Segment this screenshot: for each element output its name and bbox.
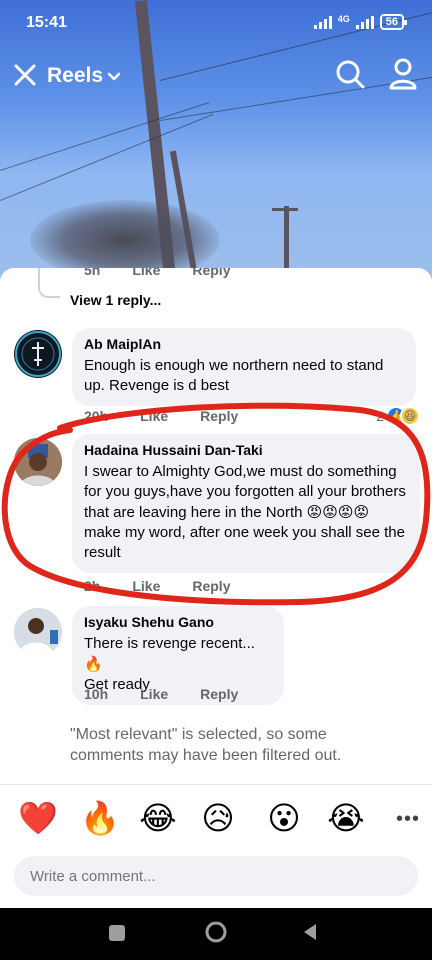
chevron-down-icon[interactable] bbox=[106, 69, 122, 85]
reels-title[interactable]: Reels bbox=[47, 64, 103, 88]
comment-bubble[interactable]: Hadaina Hussaini Dan-Taki I swear to Alm… bbox=[72, 434, 420, 573]
comment-author[interactable]: Ab MaiplAn bbox=[84, 336, 404, 352]
power-line bbox=[0, 102, 210, 171]
laughing-emoji-button[interactable]: 😂 bbox=[138, 798, 178, 838]
battery-icon: 56 bbox=[379, 14, 408, 30]
view-replies-link[interactable]: View 1 reply... bbox=[70, 292, 161, 308]
fire-emoji-button[interactable]: 🔥 bbox=[80, 798, 120, 838]
crying-emoji-button[interactable]: 😭 bbox=[326, 798, 366, 838]
status-time: 15:41 bbox=[26, 14, 67, 31]
comment-input[interactable] bbox=[14, 856, 418, 896]
filter-notice: "Most relevant" is selected, so some com… bbox=[70, 726, 342, 764]
previous-comment-actions: 5h Like Reply bbox=[84, 268, 230, 278]
profile-icon[interactable] bbox=[388, 58, 418, 90]
comment-bubble[interactable]: Ab MaiplAn Enough is enough we northern … bbox=[72, 328, 416, 406]
angry-emojis: 😡😡😡😡 bbox=[306, 503, 370, 521]
reply-button[interactable]: Reply bbox=[200, 686, 238, 702]
comment-text-part: There is revenge recent... bbox=[84, 635, 255, 652]
avatar[interactable] bbox=[14, 438, 62, 486]
wow-emoji-button[interactable]: 😮 bbox=[264, 798, 304, 838]
avatar[interactable] bbox=[14, 330, 62, 378]
utility-pole-crossbar bbox=[272, 208, 298, 211]
comment-actions: 10h Like Reply bbox=[84, 686, 238, 702]
reaction-summary[interactable]: 2 👍 😆 bbox=[376, 406, 420, 426]
like-button[interactable]: Like bbox=[132, 578, 160, 594]
sad-emoji-button[interactable]: 😥 bbox=[198, 798, 238, 838]
avatar[interactable] bbox=[14, 608, 62, 656]
comment-text-part: make my word, after one week you shall s… bbox=[84, 524, 405, 561]
more-emoji-button[interactable]: ••• bbox=[396, 808, 420, 831]
comment-text: I swear to Almighty God,we must do somet… bbox=[84, 462, 408, 563]
reply-button[interactable]: Reply bbox=[192, 578, 230, 594]
divider bbox=[0, 784, 432, 785]
comment-time: 2h bbox=[84, 578, 101, 594]
comment-time: 10h bbox=[84, 686, 109, 702]
signal-icon bbox=[313, 15, 332, 29]
android-nav-bar bbox=[0, 908, 432, 960]
back-icon[interactable] bbox=[300, 922, 320, 942]
comment-actions: 20h Like Reply bbox=[84, 408, 238, 424]
comment-author[interactable]: Hadaina Hussaini Dan-Taki bbox=[84, 442, 408, 458]
comment-author[interactable]: Isyaku Shehu Gano bbox=[84, 614, 272, 630]
comments-sheet: 5h Like Reply View 1 reply... Ab MaiplAn… bbox=[0, 268, 432, 908]
network-type: 4G bbox=[337, 14, 350, 24]
comment-actions: 2h Like Reply bbox=[84, 578, 230, 594]
comment-text: Enough is enough we northern need to sta… bbox=[84, 357, 384, 394]
fire-emoji: 🔥 bbox=[84, 655, 103, 673]
like-button[interactable]: Like bbox=[140, 408, 168, 424]
like-button[interactable]: Like bbox=[140, 686, 168, 702]
reply-thread-line bbox=[38, 268, 60, 298]
quick-reaction-bar: ❤️ 🔥 😂 😥 😮 😭 ••• bbox=[0, 798, 432, 848]
reaction-count: 2 bbox=[376, 408, 384, 424]
recents-icon[interactable] bbox=[108, 924, 126, 942]
signal-icon bbox=[355, 15, 374, 29]
previous-comment-time: 5h bbox=[84, 268, 101, 278]
avatar-image bbox=[14, 608, 62, 656]
status-indicators: 4G 56 bbox=[313, 14, 408, 30]
home-icon[interactable] bbox=[204, 920, 228, 944]
close-icon[interactable] bbox=[12, 62, 38, 88]
haha-icon: 😆 bbox=[400, 406, 420, 426]
heart-emoji-button[interactable]: ❤️ bbox=[18, 798, 58, 838]
previous-like-button[interactable]: Like bbox=[132, 268, 160, 278]
reply-button[interactable]: Reply bbox=[200, 408, 238, 424]
status-bar: 15:41 4G 56 bbox=[0, 0, 432, 44]
search-icon[interactable] bbox=[334, 58, 366, 90]
comment-time: 20h bbox=[84, 408, 109, 424]
avatar-image bbox=[14, 438, 62, 486]
reels-header: Reels bbox=[0, 56, 432, 96]
avatar-image bbox=[15, 331, 61, 377]
previous-reply-button[interactable]: Reply bbox=[192, 268, 230, 278]
